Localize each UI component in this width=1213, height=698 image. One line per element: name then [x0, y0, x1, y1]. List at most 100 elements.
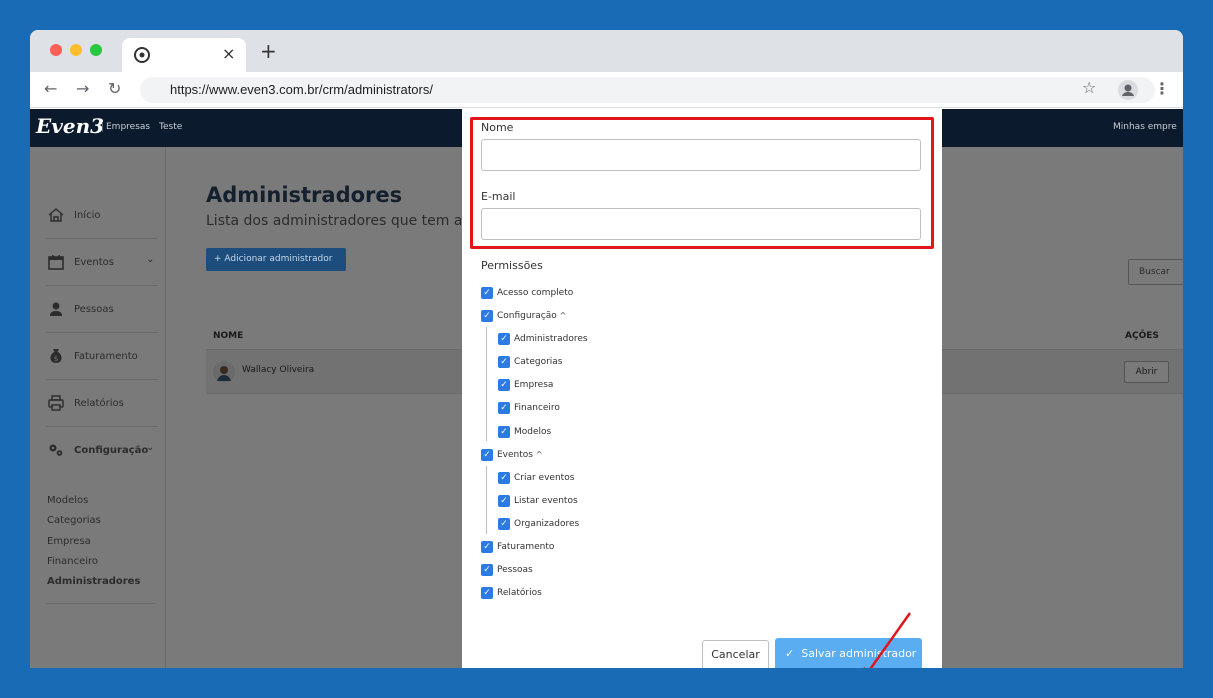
chrome-icon [134, 47, 150, 63]
permission-label: Listar eventos [514, 496, 578, 506]
checkbox-checked-icon[interactable]: ✓ [481, 587, 493, 599]
header-teste-link[interactable]: Teste [159, 122, 182, 132]
permission-label: Categorias [514, 357, 563, 367]
tab-close-icon[interactable]: × [222, 44, 235, 64]
column-header-nome: NOME [213, 331, 244, 341]
checkbox-checked-icon[interactable]: ✓ [498, 426, 510, 438]
permission-label: Configuração ^ [497, 310, 566, 322]
svg-text:$: $ [54, 355, 58, 363]
header-minhas-empresas-link[interactable]: Minhas empre [1113, 122, 1183, 132]
even3-logo[interactable]: Even3 [36, 114, 104, 138]
sidebar-divider [46, 603, 156, 604]
page-title: Administradores [206, 183, 403, 207]
money-bag-icon: $ [50, 349, 62, 363]
column-header-acoes: AÇÕES [1125, 331, 1159, 341]
calendar-icon [48, 255, 64, 270]
address-bar[interactable]: https://www.even3.com.br/crm/administrat… [140, 77, 1155, 103]
sidebar-subitem-categorias[interactable]: Categorias [47, 515, 101, 526]
printer-icon [48, 395, 64, 411]
window-maximize-dot[interactable] [90, 44, 102, 56]
sidebar-item-faturamento[interactable]: $ Faturamento [46, 333, 158, 380]
nome-label: Nome [481, 121, 514, 134]
sidebar-subitem-modelos[interactable]: Modelos [47, 495, 88, 506]
permission-label: Pessoas [497, 565, 533, 575]
chevron-up-icon[interactable]: ^ [560, 311, 567, 320]
checkbox-checked-icon[interactable]: ✓ [498, 379, 510, 391]
profile-avatar-icon[interactable] [1118, 80, 1138, 100]
checkbox-checked-icon[interactable]: ✓ [481, 564, 493, 576]
header-empresas-link[interactable]: Empresas [102, 122, 150, 132]
permission-label: Modelos [514, 427, 552, 437]
checkbox-checked-icon[interactable]: ✓ [481, 449, 493, 461]
email-input[interactable] [481, 208, 921, 240]
page-subtitle: Lista dos administradores que tem ac [206, 213, 461, 229]
sidebar-item-label: Eventos [74, 257, 114, 268]
open-button[interactable]: Abrir [1124, 361, 1169, 383]
sidebar-item-label: Faturamento [74, 351, 138, 362]
checkbox-checked-icon[interactable]: ✓ [498, 495, 510, 507]
permission-label: Organizadores [514, 519, 580, 529]
chevron-down-icon[interactable]: ⌄ [146, 254, 154, 265]
sidebar-item-relatorios[interactable]: Relatórios [46, 380, 158, 427]
permission-tree-line [486, 466, 487, 534]
avatar [213, 361, 235, 383]
sidebar-item-label: Pessoas [74, 304, 114, 315]
permission-label: Empresa [514, 380, 554, 390]
browser-menu-icon[interactable]: ⋮ [1154, 79, 1170, 99]
sidebar-subitem-empresa[interactable]: Empresa [47, 536, 91, 547]
chevron-down-icon[interactable]: ⌄ [146, 442, 154, 453]
checkbox-checked-icon[interactable]: ✓ [481, 287, 493, 299]
row-name: Wallacy Oliveira [242, 365, 315, 375]
check-icon: ✓ [785, 647, 795, 660]
email-label: E-mail [481, 190, 516, 203]
new-tab-button[interactable]: + [260, 41, 277, 61]
nome-input[interactable] [481, 139, 921, 171]
sidebar-item-configuracao[interactable]: Configuração ⌄ [46, 427, 158, 474]
checkbox-checked-icon[interactable]: ✓ [498, 333, 510, 345]
permission-label-text: Eventos [497, 450, 533, 460]
home-icon [48, 208, 64, 222]
checkbox-checked-icon[interactable]: ✓ [498, 518, 510, 530]
checkbox-checked-icon[interactable]: ✓ [498, 402, 510, 414]
checkbox-checked-icon[interactable]: ✓ [498, 356, 510, 368]
back-arrow-icon[interactable]: ← [44, 79, 57, 99]
checkbox-checked-icon[interactable]: ✓ [481, 541, 493, 553]
sidebar-item-inicio[interactable]: Início [46, 192, 158, 239]
permission-label: Administradores [514, 334, 588, 344]
permission-label: Acesso completo [497, 288, 574, 298]
permission-label: Relatórios [497, 588, 542, 598]
chevron-up-icon[interactable]: ^ [536, 450, 543, 459]
gears-icon [49, 444, 63, 456]
cancel-button[interactable]: Cancelar [702, 640, 769, 668]
sidebar-item-label: Relatórios [74, 398, 124, 409]
permission-label: Faturamento [497, 542, 555, 552]
sidebar-item-label: Configuração [74, 445, 149, 456]
browser-window: × + ← → ↻ https://www.even3.com.br/crm/a… [30, 30, 1183, 668]
browser-toolbar: ← → ↻ https://www.even3.com.br/crm/admin… [30, 72, 1183, 108]
permissoes-title: Permissões [481, 259, 543, 272]
bookmark-star-icon[interactable]: ☆ [1082, 78, 1096, 98]
reload-icon[interactable]: ↻ [108, 79, 121, 99]
sidebar-subitem-financeiro[interactable]: Financeiro [47, 556, 98, 567]
permission-label: Eventos ^ [497, 449, 543, 461]
sidebar: Início Eventos ⌄ Pessoas $ Faturamento R… [30, 147, 166, 668]
search-button[interactable]: Buscar [1128, 259, 1183, 285]
forward-arrow-icon[interactable]: → [76, 79, 89, 99]
permission-label-text: Configuração [497, 311, 557, 321]
permission-label: Criar eventos [514, 473, 575, 483]
add-administrator-modal: Nome E-mail Permissões ✓ Acesso completo… [462, 109, 942, 668]
browser-tab[interactable]: × [122, 38, 246, 72]
sidebar-item-eventos[interactable]: Eventos ⌄ [46, 239, 158, 286]
add-administrator-button[interactable]: + Adicionar administrador [206, 248, 346, 271]
permission-label: Financeiro [514, 403, 560, 413]
sidebar-item-label: Início [74, 210, 101, 221]
checkbox-checked-icon[interactable]: ✓ [481, 310, 493, 322]
save-administrator-button[interactable]: ✓ Salvar administrador [775, 638, 922, 668]
window-minimize-dot[interactable] [70, 44, 82, 56]
permission-tree-line [486, 327, 487, 441]
checkbox-checked-icon[interactable]: ✓ [498, 472, 510, 484]
window-close-dot[interactable] [50, 44, 62, 56]
sidebar-item-pessoas[interactable]: Pessoas [46, 286, 158, 333]
sidebar-subitem-administradores[interactable]: Administradores [47, 576, 140, 587]
person-icon [50, 302, 62, 316]
